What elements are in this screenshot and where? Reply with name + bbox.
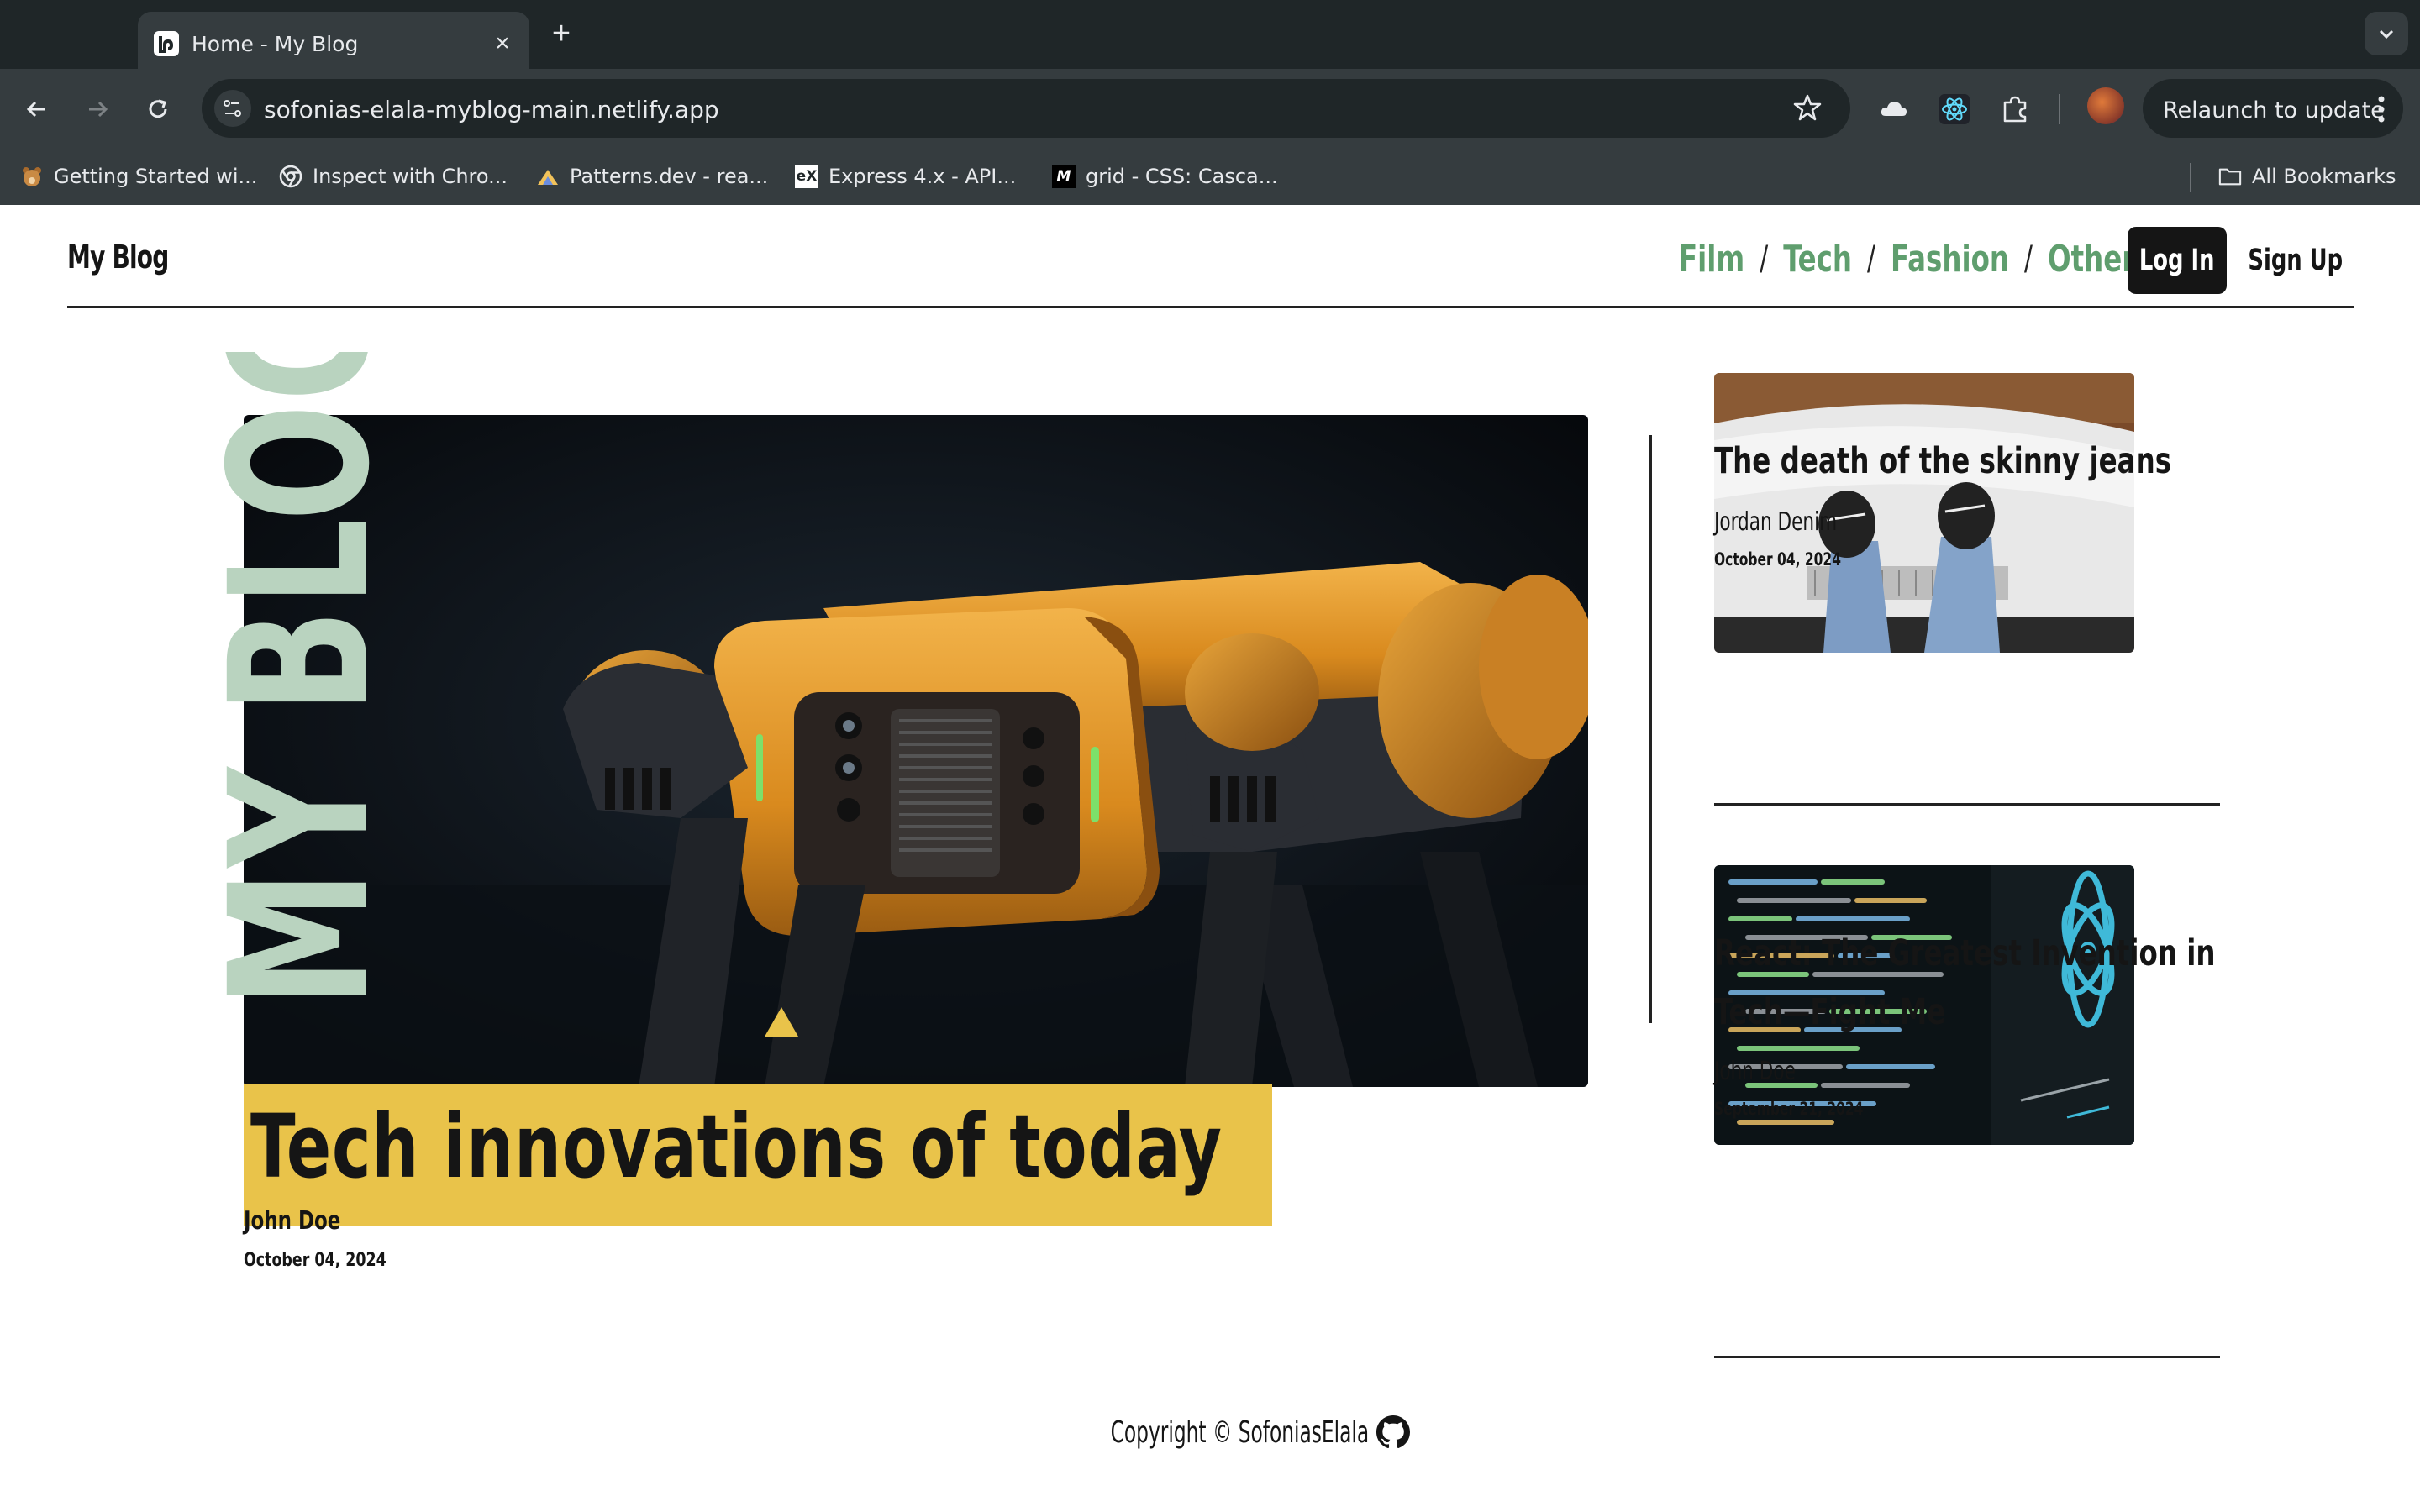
post-card-date: September 21, 2024 xyxy=(1714,1099,1864,1119)
browser-toolbar: sofonias-elala-myblog-main.netlify.app R… xyxy=(0,69,2420,150)
login-label: Log In xyxy=(2139,244,2215,277)
site-footer: Copyright © SofoniasElala xyxy=(1010,1411,1410,1453)
robot-dog-photo xyxy=(244,415,1588,1087)
toolbar-divider xyxy=(2059,94,2060,124)
relaunch-to-update-button[interactable]: Relaunch to update xyxy=(2143,79,2403,138)
featured-post-date: October 04, 2024 xyxy=(244,1250,387,1271)
bookmark-item[interactable]: Patterns.dev - rea... xyxy=(536,160,768,193)
chrome-favicon-icon xyxy=(279,165,302,188)
url-text: sofonias-elala-myblog-main.netlify.app xyxy=(264,96,719,123)
login-button[interactable]: Log In xyxy=(2128,227,2227,294)
profile-avatar[interactable] xyxy=(2087,87,2124,124)
all-bookmarks-label: All Bookmarks xyxy=(2252,165,2396,188)
post-card-divider xyxy=(1714,1356,2220,1358)
blog-favicon-icon xyxy=(153,30,180,57)
blog-page: My Blog Film / Tech / Fashion / Other Lo… xyxy=(0,205,2420,1512)
bookmarks-divider xyxy=(2190,163,2191,192)
cloud-extension-icon[interactable] xyxy=(1874,89,1914,129)
bookmark-item[interactable]: Getting Started wi... xyxy=(20,160,257,193)
arrow-right-icon xyxy=(89,101,108,118)
nav-separator: / xyxy=(1760,239,1769,278)
nav-separator: / xyxy=(2024,239,2033,278)
tab-search-button[interactable] xyxy=(2365,12,2408,55)
folder-icon xyxy=(2218,165,2242,188)
post-card-author: Jordan Denim xyxy=(1714,507,1838,537)
extensions-puzzle-icon[interactable] xyxy=(1995,89,2035,129)
signup-button[interactable]: Sign Up xyxy=(2238,227,2353,294)
bear-favicon-icon xyxy=(20,165,44,188)
nav-link-film[interactable]: Film xyxy=(1679,238,1744,281)
bookmark-item[interactable]: M grid - CSS: Casca... xyxy=(1052,160,1278,193)
express-favicon-icon: eX xyxy=(795,165,818,188)
featured-post-image[interactable] xyxy=(244,415,1588,1087)
content-vertical-divider xyxy=(1649,435,1652,1023)
post-card-date: October 04, 2024 xyxy=(1714,549,1841,570)
all-bookmarks-button[interactable]: All Bookmarks xyxy=(2218,160,2396,193)
arrow-left-icon xyxy=(26,101,45,118)
back-button[interactable] xyxy=(17,89,57,129)
category-nav: Film / Tech / Fashion / Other xyxy=(1679,234,2135,284)
bookmark-label: grid - CSS: Casca... xyxy=(1086,165,1278,188)
nav-link-other[interactable]: Other xyxy=(2048,238,2135,281)
post-card-title[interactable]: React: The Greatest Invention in Tech—Fi… xyxy=(1714,924,2279,1042)
relaunch-label: Relaunch to update xyxy=(2163,97,2385,123)
footer-copyright: Copyright © SofoniasElala xyxy=(1111,1415,1370,1450)
signup-label: Sign Up xyxy=(2248,244,2344,277)
post-card-title[interactable]: The death of the skinny jeans xyxy=(1714,432,2279,491)
tab-title: Home - My Blog xyxy=(192,32,359,56)
reload-icon xyxy=(149,99,167,118)
more-menu-icon[interactable] xyxy=(2371,92,2391,126)
header-divider xyxy=(67,306,2354,308)
nav-link-tech[interactable]: Tech xyxy=(1783,238,1852,281)
nav-link-fashion[interactable]: Fashion xyxy=(1891,238,2009,281)
post-card-divider xyxy=(1714,803,2220,806)
mdn-favicon-icon: M xyxy=(1052,165,1076,188)
browser-tab-active[interactable]: Home - My Blog × xyxy=(138,12,529,69)
site-info-icon[interactable] xyxy=(213,89,252,128)
forward-button[interactable] xyxy=(77,89,118,129)
bookmark-label: Express 4.x - API... xyxy=(829,165,1017,188)
browser-tab-strip: Home - My Blog × + xyxy=(0,0,2420,69)
nav-separator: / xyxy=(1867,239,1876,278)
bookmark-star-icon[interactable] xyxy=(1790,91,1825,126)
bookmark-item[interactable]: eX Express 4.x - API... xyxy=(795,160,1016,193)
bookmark-label: Inspect with Chro... xyxy=(313,165,508,188)
bookmark-label: Getting Started wi... xyxy=(54,165,258,188)
vertical-logo-label: MY BLOG xyxy=(213,352,387,1007)
featured-post-author: John Doe xyxy=(244,1206,341,1236)
site-brand-link[interactable]: My Blog xyxy=(67,239,169,276)
address-bar[interactable]: sofonias-elala-myblog-main.netlify.app xyxy=(202,79,1850,138)
bookmarks-bar: Getting Started wi... Inspect with Chro.… xyxy=(0,150,2420,205)
featured-post-title[interactable]: Tech innovations of today xyxy=(250,1095,1223,1198)
new-tab-icon[interactable]: + xyxy=(544,17,578,50)
github-icon[interactable] xyxy=(1376,1415,1410,1449)
post-card-author: John Doe xyxy=(1714,1057,1796,1086)
reload-button[interactable] xyxy=(138,89,178,129)
bookmark-label: Patterns.dev - rea... xyxy=(570,165,769,188)
vertical-logo-text: MY BLOG xyxy=(213,352,387,1007)
react-devtools-extension-icon[interactable] xyxy=(1934,89,1975,129)
bookmark-item[interactable]: Inspect with Chro... xyxy=(279,160,508,193)
tab-close-icon[interactable]: × xyxy=(489,30,516,57)
chevron-down-icon xyxy=(2379,29,2394,39)
patterns-favicon-icon xyxy=(536,165,560,188)
